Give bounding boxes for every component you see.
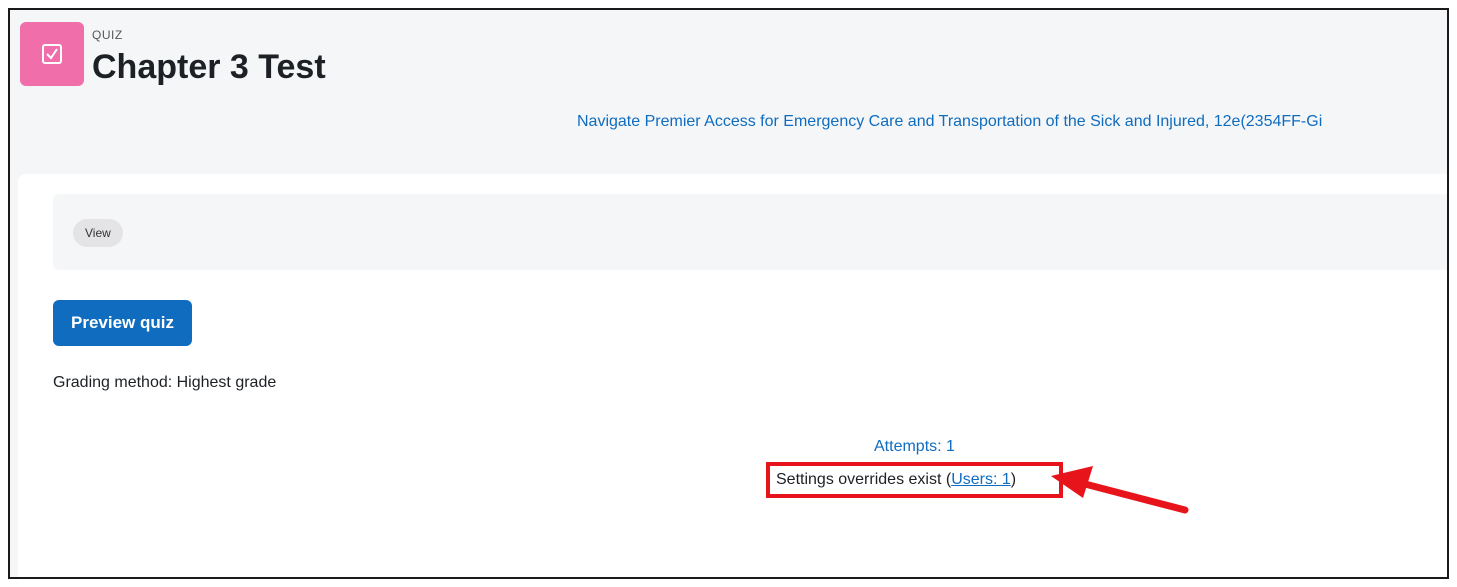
- users-overrides-link[interactable]: Users: 1: [951, 471, 1011, 488]
- quiz-check-icon: [20, 22, 84, 86]
- page-header: QUIZ Chapter 3 Test Navigate Premier Acc…: [10, 10, 1447, 178]
- settings-overrides-notice: Settings overrides exist (Users: 1): [766, 462, 1063, 498]
- main-content: View Preview quiz Grading method: Highes…: [18, 174, 1447, 577]
- page-frame: QUIZ Chapter 3 Test Navigate Premier Acc…: [8, 8, 1449, 579]
- course-breadcrumb-link[interactable]: Navigate Premier Access for Emergency Ca…: [577, 113, 1447, 131]
- view-tab[interactable]: View: [73, 219, 123, 247]
- overrides-text: Settings overrides exist (: [776, 471, 952, 488]
- module-type-label: QUIZ: [92, 28, 123, 42]
- grading-method-text: Grading method: Highest grade: [53, 374, 277, 391]
- attempts-link[interactable]: Attempts: 1: [874, 438, 955, 456]
- overrides-close-paren: ): [1010, 471, 1017, 488]
- page-title: Chapter 3 Test: [92, 48, 326, 86]
- preview-quiz-button[interactable]: Preview quiz: [53, 300, 192, 346]
- secondary-navigation: View: [53, 194, 1447, 270]
- red-arrow-annotation: [1051, 466, 1189, 514]
